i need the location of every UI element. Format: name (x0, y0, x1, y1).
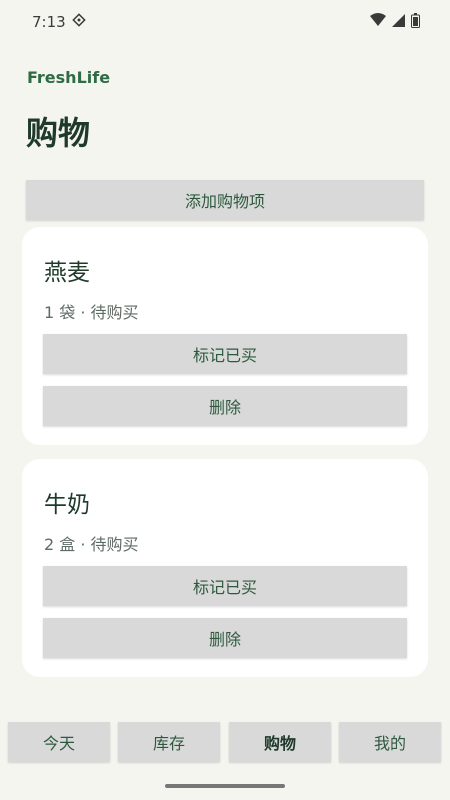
location-diamond-icon (71, 13, 86, 31)
page-title: 购物 (26, 114, 91, 152)
status-time: 7:13 (32, 13, 66, 31)
tab-shopping[interactable]: 购物 (229, 722, 331, 762)
tab-today[interactable]: 今天 (8, 722, 110, 762)
mark-bought-button[interactable]: 标记已买 (43, 566, 407, 606)
home-indicator[interactable] (165, 784, 285, 788)
battery-icon (411, 12, 420, 32)
item-detail: 1 袋 · 待购买 (44, 303, 139, 322)
status-right (370, 12, 420, 32)
item-name: 牛奶 (44, 492, 90, 518)
app-brand: FreshLife (27, 68, 111, 87)
add-shopping-item-button[interactable]: 添加购物项 (26, 180, 424, 220)
delete-button[interactable]: 删除 (43, 386, 407, 426)
tab-profile[interactable]: 我的 (339, 722, 441, 762)
status-left: 7:13 (32, 13, 86, 31)
item-detail: 2 盒 · 待购买 (44, 535, 139, 554)
delete-button[interactable]: 删除 (43, 618, 407, 658)
bottom-nav: 今天 库存 购物 我的 (0, 722, 450, 764)
mark-bought-button[interactable]: 标记已买 (43, 334, 407, 374)
tab-inventory[interactable]: 库存 (118, 722, 220, 762)
shopping-item-card: 牛奶 2 盒 · 待购买 标记已买 删除 (22, 459, 428, 677)
status-bar: 7:13 (0, 0, 450, 44)
wifi-icon (370, 13, 386, 31)
shopping-item-card: 燕麦 1 袋 · 待购买 标记已买 删除 (22, 227, 428, 445)
signal-icon (392, 13, 405, 31)
item-name: 燕麦 (44, 260, 90, 286)
